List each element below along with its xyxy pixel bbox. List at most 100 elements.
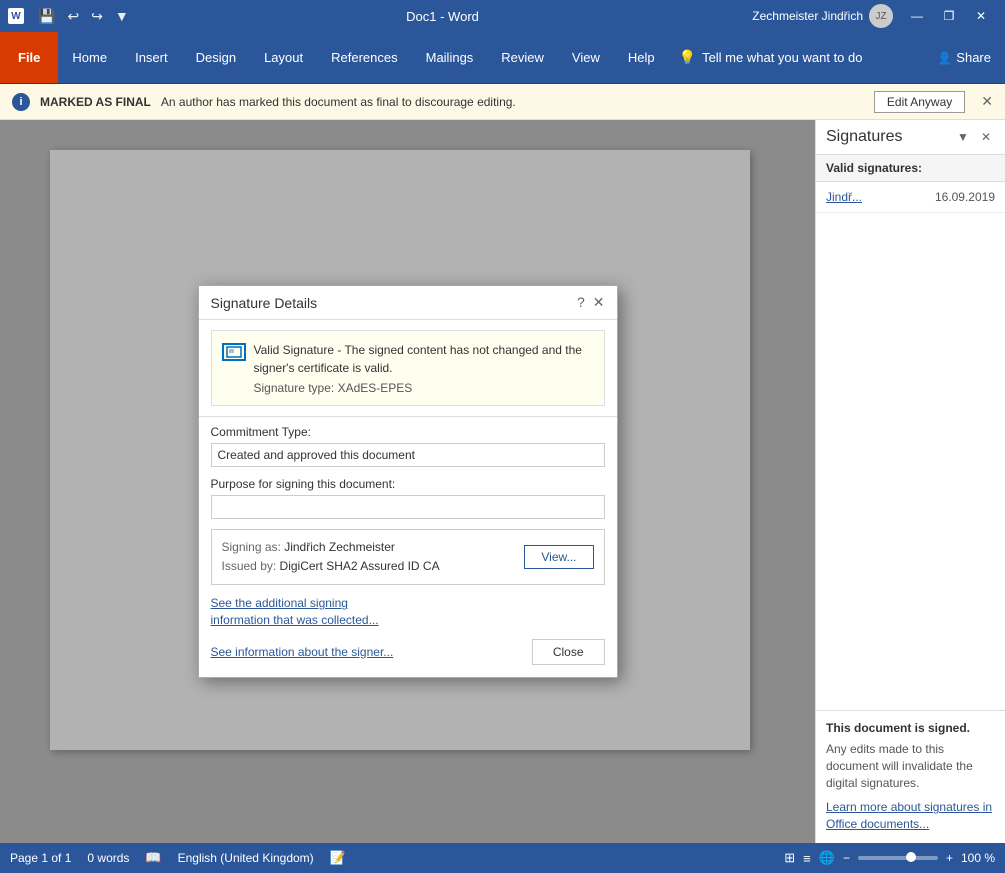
valid-signatures-header: Valid signatures: — [816, 155, 1005, 182]
signing-as-row: Signing as: Jindřich Zechmeister — [222, 538, 440, 557]
username-label: Zechmeister Jindřich — [752, 9, 863, 23]
zoom-controls: ⊞ ≡ 🌐 − + 100 % — [784, 850, 995, 866]
track-changes-icon[interactable]: 📝 — [330, 850, 346, 866]
tab-help[interactable]: Help — [614, 32, 669, 83]
word-icon: W — [8, 8, 24, 24]
tell-me-label: Tell me what you want to do — [702, 50, 862, 65]
zoom-thumb — [906, 852, 916, 862]
purpose-label: Purpose for signing this document: — [211, 477, 605, 491]
main-area: Signature Details ? ✕ Val — [0, 120, 1005, 843]
signatures-panel-footer: This document is signed. Any edits made … — [816, 710, 1005, 843]
word-count: 0 words — [87, 851, 129, 865]
modal-controls: ? ✕ — [577, 294, 605, 311]
notification-close-icon[interactable]: ✕ — [981, 93, 993, 110]
valid-banner-text: Valid Signature - The signed content has… — [254, 341, 594, 377]
dropdown-icon[interactable]: ▼ — [111, 6, 133, 27]
zoom-slider[interactable] — [858, 856, 938, 860]
zoom-minus-button[interactable]: − — [843, 851, 850, 865]
commitment-label: Commitment Type: — [211, 425, 605, 439]
share-icon: 👤 — [937, 51, 952, 65]
modal-help-button[interactable]: ? — [577, 294, 585, 311]
valid-signature-banner: Valid Signature - The signed content has… — [211, 330, 605, 406]
modal-links-rebuilt: See the additional signing information t… — [211, 595, 605, 665]
modal-title-bar: Signature Details ? ✕ — [199, 286, 617, 320]
read-view-icon[interactable]: ≡ — [803, 851, 811, 866]
modal-close-icon[interactable]: ✕ — [593, 294, 605, 311]
tab-insert[interactable]: Insert — [121, 32, 182, 83]
signing-as-label: Signing as: — [222, 540, 281, 554]
issued-by-row: Issued by: DigiCert SHA2 Assured ID CA — [222, 557, 440, 576]
commitment-input[interactable] — [211, 443, 605, 467]
zoom-plus-button[interactable]: + — [946, 851, 953, 865]
modal-close-button-new[interactable]: Close — [532, 639, 605, 665]
status-bar: Page 1 of 1 0 words 📖 English (United Ki… — [0, 843, 1005, 873]
issued-by-label: Issued by: — [222, 559, 277, 573]
signature-entry: Jindř... 16.09.2019 — [816, 182, 1005, 213]
notification-icon: i — [12, 93, 30, 111]
additional-info-link[interactable]: See the additional signing information t… — [211, 595, 411, 629]
document-area: Signature Details ? ✕ Val — [0, 120, 815, 843]
signature-name[interactable]: Jindř... — [826, 190, 862, 204]
modal-body: Commitment Type: Purpose for signing thi… — [199, 425, 617, 677]
title-bar-right: Zechmeister Jindřich JZ — ❐ ✕ — [752, 0, 997, 32]
valid-banner-content: Valid Signature - The signed content has… — [254, 341, 594, 395]
ribbon: File Home Insert Design Layout Reference… — [0, 32, 1005, 84]
tab-review[interactable]: Review — [487, 32, 558, 83]
lightbulb-icon: 💡 — [679, 49, 696, 66]
notification-bar: i MARKED AS FINAL An author has marked t… — [0, 84, 1005, 120]
learn-more-link[interactable]: Learn more about signatures in Office do… — [826, 800, 992, 831]
modal-divider-1 — [199, 416, 617, 417]
window-controls: — ❐ ✕ — [901, 0, 997, 32]
tab-home[interactable]: Home — [58, 32, 121, 83]
share-button[interactable]: 👤 Share — [923, 50, 1005, 65]
tab-layout[interactable]: Layout — [250, 32, 317, 83]
sig-footer-text: Any edits made to this document will inv… — [826, 741, 995, 791]
user-avatar: JZ — [869, 4, 893, 28]
title-bar-left: W 💾 ↩ ↪ ▼ — [8, 6, 133, 27]
signature-details-modal: Signature Details ? ✕ Val — [198, 285, 618, 678]
undo-icon[interactable]: ↩ — [63, 6, 83, 27]
signatures-panel: Signatures ▼ ✕ Valid signatures: Jindř..… — [815, 120, 1005, 843]
quick-access-toolbar: 💾 ↩ ↪ ▼ — [34, 6, 133, 27]
signatures-panel-close-icon[interactable]: ✕ — [977, 128, 995, 146]
restore-button[interactable]: ❐ — [933, 0, 965, 32]
save-icon[interactable]: 💾 — [34, 6, 59, 27]
signing-as-value: Jindřich Zechmeister — [284, 540, 395, 554]
ribbon-right: 👤 Share — [923, 32, 1005, 83]
share-label: Share — [956, 50, 991, 65]
close-button[interactable]: ✕ — [965, 0, 997, 32]
signatures-panel-title: Signatures — [826, 128, 903, 146]
sig-footer-title: This document is signed. — [826, 721, 995, 735]
tab-view[interactable]: View — [558, 32, 614, 83]
signatures-panel-dropdown-icon[interactable]: ▼ — [953, 128, 973, 146]
tab-mailings[interactable]: Mailings — [412, 32, 488, 83]
edit-anyway-button[interactable]: Edit Anyway — [874, 91, 965, 113]
tab-file[interactable]: File — [0, 32, 58, 83]
signer-info-row: Signing as: Jindřich Zechmeister Issued … — [211, 529, 605, 585]
tab-references[interactable]: References — [317, 32, 411, 83]
title-bar: W 💾 ↩ ↪ ▼ Doc1 - Word Zechmeister Jindři… — [0, 0, 1005, 32]
signature-type-text: Signature type: XAdES-EPES — [254, 381, 594, 395]
modal-overlay: Signature Details ? ✕ Val — [0, 120, 815, 843]
language: English (United Kingdom) — [178, 851, 314, 865]
redo-icon[interactable]: ↪ — [87, 6, 107, 27]
read-mode-icon[interactable]: 📖 — [145, 850, 161, 866]
signature-date: 16.09.2019 — [935, 190, 995, 204]
signer-info-link-2[interactable]: See information about the signer... — [211, 644, 394, 661]
user-info: Zechmeister Jindřich JZ — [752, 4, 893, 28]
notification-label: MARKED AS FINAL — [40, 95, 151, 109]
sig-type-label: Signature type: — [254, 381, 335, 395]
tab-design[interactable]: Design — [182, 32, 250, 83]
tell-me-bar[interactable]: 💡 Tell me what you want to do — [669, 32, 873, 83]
modal-footer-row: See the additional signing information t… — [211, 595, 605, 665]
purpose-input[interactable] — [211, 495, 605, 519]
issued-by-value: DigiCert SHA2 Assured ID CA — [280, 559, 440, 573]
modal-title-label: Signature Details — [211, 295, 318, 311]
page-count: Page 1 of 1 — [10, 851, 71, 865]
web-view-icon[interactable]: 🌐 — [819, 850, 835, 866]
view-certificate-button[interactable]: View... — [524, 545, 593, 569]
minimize-button[interactable]: — — [901, 0, 933, 32]
signatures-panel-header: Signatures ▼ ✕ — [816, 120, 1005, 155]
layout-view-icon[interactable]: ⊞ — [784, 850, 795, 866]
signatures-panel-controls: ▼ ✕ — [953, 128, 995, 146]
